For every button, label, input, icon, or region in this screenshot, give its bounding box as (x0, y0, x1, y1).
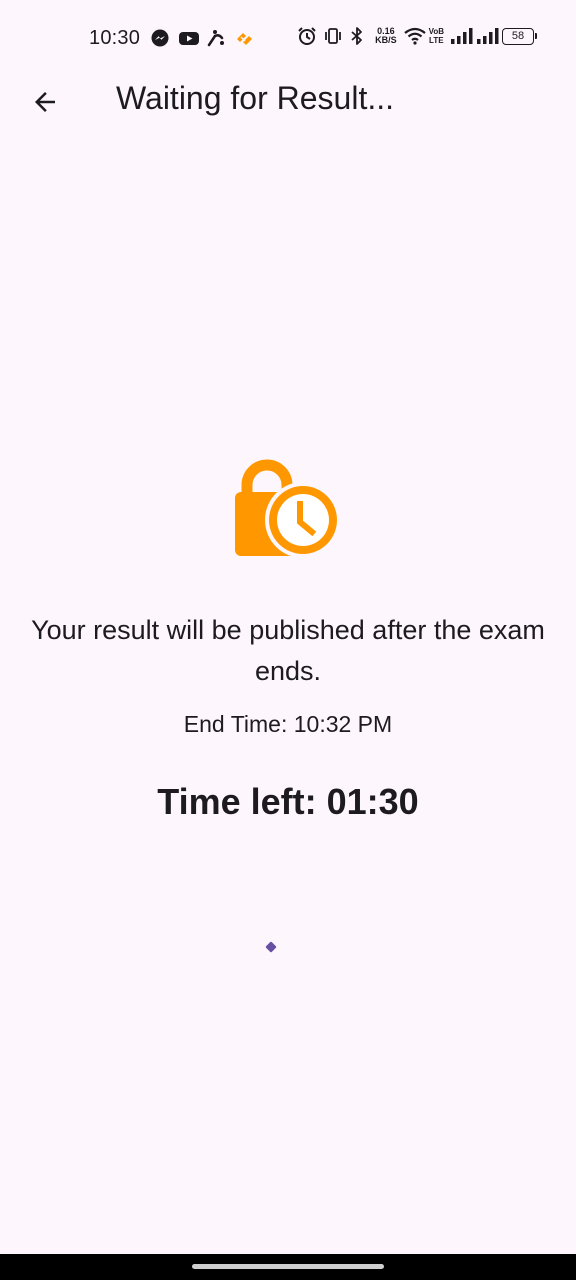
signal-icon (476, 26, 499, 46)
messenger-icon (150, 28, 170, 48)
result-message: Your result will be published after the … (31, 615, 545, 686)
youtube-icon (178, 28, 199, 48)
wifi-icon (403, 26, 426, 46)
status-time: 10:30 (89, 27, 141, 49)
network-speed-unit: KB/S (375, 35, 397, 45)
app-bar: Waiting for Result... (0, 78, 576, 126)
status-bar: 10:30 0.16 KB/S VoB LTE 58 (0, 0, 576, 78)
loading-spinner (265, 941, 277, 953)
telenor-icon (206, 28, 226, 48)
arrow-back-icon (35, 92, 55, 112)
status-system-icons: 0.16 KB/S VoB LTE 58 (297, 26, 537, 46)
vibrate-icon (323, 26, 343, 46)
lock-clock-icon (233, 458, 343, 568)
status-notification-icons (150, 28, 254, 48)
navigation-bar (0, 1254, 576, 1280)
bluetooth-icon (349, 26, 369, 46)
battery-indicator: 58 (502, 27, 537, 45)
back-button[interactable] (21, 78, 69, 126)
volte-top-text: VoB (428, 27, 444, 36)
signal-icon (450, 26, 473, 46)
end-time: End Time: 10:32 PM (183, 711, 393, 737)
page-title: Waiting for Result... (116, 80, 395, 116)
network-speed: 0.16 KB/S (375, 27, 397, 45)
volte-bottom-text: LTE (429, 36, 444, 45)
screen: 10:30 0.16 KB/S VoB LTE 58 Waiting for R… (0, 0, 576, 1280)
battery-level: 58 (511, 30, 525, 42)
alarm-icon (297, 26, 317, 46)
app-notification-icon (234, 28, 254, 48)
gesture-handle[interactable] (192, 1264, 384, 1269)
time-left-countdown: Time left: 01:30 (157, 781, 419, 822)
volte-indicator: VoB LTE (429, 27, 444, 45)
